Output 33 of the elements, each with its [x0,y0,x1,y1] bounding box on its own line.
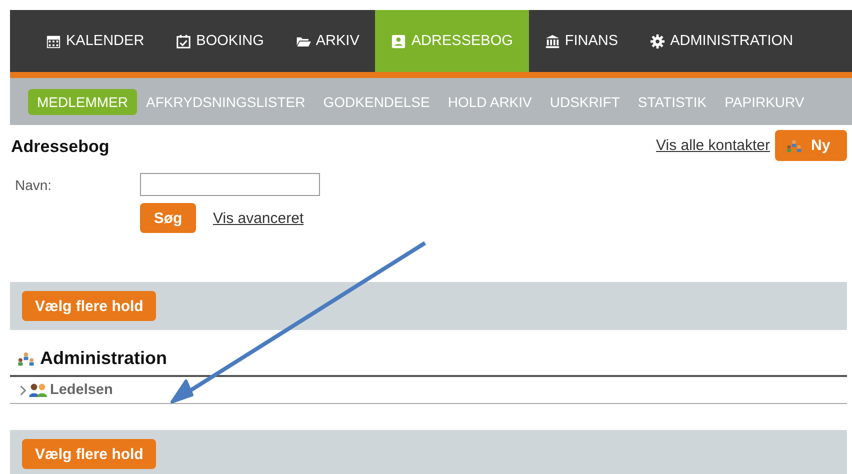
sub-nav-tab[interactable]: STATISTIK [628,88,716,114]
sub-nav-tab[interactable]: MEDLEMMER [28,88,138,114]
sub-nav-tab[interactable]: UDSKRIFT [540,88,629,114]
new-button[interactable]: Ny [775,130,847,161]
people-group-icon [16,350,36,366]
contact-card-icon [391,34,406,48]
bank-icon [544,34,560,48]
calendar-check-icon [176,34,192,48]
settings-icon [650,34,666,48]
select-teams-button[interactable]: Vælg flere hold [22,439,156,469]
show-advanced-link[interactable]: Vis avanceret [213,210,304,226]
nav-tab[interactable]: KALENDER [30,10,160,72]
nav-tab[interactable]: ARKIV [280,10,376,72]
show-all-contacts-link[interactable]: Vis alle kontakter [656,137,770,154]
sub-nav-tab[interactable]: GODKENDELSE [314,88,439,114]
sub-nav-tab[interactable]: PAPIRKURV [716,88,814,114]
team-name[interactable]: Ledelsen [50,382,113,398]
nav-tab[interactable]: FINANS [528,10,634,72]
calendar-icon [46,34,61,48]
sub-nav-tab[interactable]: HOLD ARKIV [438,88,541,114]
select-teams-button[interactable]: Vælg flere hold [22,291,156,321]
two-people-icon [28,383,48,397]
name-input-field[interactable] [140,173,320,196]
group-title: Administration [40,348,168,369]
page-title: Adressebog [11,137,110,157]
name-label: Navn: [15,176,53,192]
people-group-icon [785,138,803,152]
nav-tab[interactable]: ADRESSEBOG [375,10,529,72]
nav-tab[interactable]: ADMINISTRATION [634,10,810,72]
search-button[interactable]: Søg [140,203,196,233]
nav-tab[interactable]: BOOKING [160,10,280,72]
sub-nav-tab[interactable]: AFKRYDSNINGSLISTER [137,88,314,114]
caret-icon[interactable] [19,384,26,396]
